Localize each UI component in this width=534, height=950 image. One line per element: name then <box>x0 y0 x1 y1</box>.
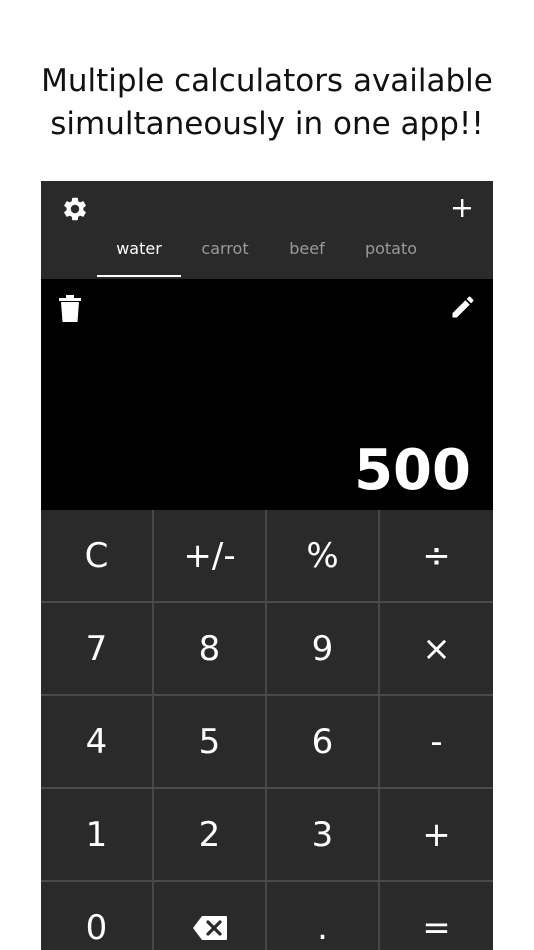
digit-0-button[interactable]: 0 <box>41 882 154 950</box>
top-bar: water carrot beef potato <box>41 181 493 279</box>
digit-9-button[interactable]: 9 <box>267 603 380 694</box>
promo-headline: Multiple calculators available simultane… <box>0 60 534 146</box>
plus-icon <box>453 199 471 217</box>
digit-1-button[interactable]: 1 <box>41 789 154 880</box>
pencil-icon[interactable] <box>449 293 477 321</box>
digit-7-button[interactable]: 7 <box>41 603 154 694</box>
calculator-display: 500 <box>41 279 493 510</box>
display-value: 500 <box>354 438 471 503</box>
headline-line-1: Multiple calculators available <box>41 63 493 99</box>
digit-8-button[interactable]: 8 <box>154 603 267 694</box>
tab-water[interactable]: water <box>97 229 181 277</box>
add-calculator-button[interactable] <box>447 193 477 223</box>
sign-toggle-button[interactable]: +/- <box>154 510 267 601</box>
keypad: C +/- % ÷ 7 8 9 × 4 5 6 - 1 2 3 + 0 . = <box>41 510 493 950</box>
multiply-button[interactable]: × <box>380 603 493 694</box>
plus-button[interactable]: + <box>380 789 493 880</box>
digit-5-button[interactable]: 5 <box>154 696 267 787</box>
digit-4-button[interactable]: 4 <box>41 696 154 787</box>
minus-button[interactable]: - <box>380 696 493 787</box>
percent-button[interactable]: % <box>267 510 380 601</box>
tab-carrot[interactable]: carrot <box>181 229 269 277</box>
digit-2-button[interactable]: 2 <box>154 789 267 880</box>
gear-icon[interactable] <box>61 195 89 223</box>
equals-button[interactable]: = <box>380 882 493 950</box>
tab-potato[interactable]: potato <box>345 229 437 277</box>
decimal-button[interactable]: . <box>267 882 380 950</box>
digit-6-button[interactable]: 6 <box>267 696 380 787</box>
calculator-tabs: water carrot beef potato <box>97 229 437 279</box>
backspace-button[interactable] <box>154 882 267 950</box>
clear-button[interactable]: C <box>41 510 154 601</box>
tab-beef[interactable]: beef <box>269 229 345 277</box>
headline-line-2: simultaneously in one app!! <box>50 106 484 142</box>
digit-3-button[interactable]: 3 <box>267 789 380 880</box>
divide-button[interactable]: ÷ <box>380 510 493 601</box>
backspace-icon <box>192 915 227 940</box>
calculator-app: water carrot beef potato 500 C +/- % ÷ 7… <box>41 181 493 950</box>
trash-icon[interactable] <box>59 295 81 323</box>
